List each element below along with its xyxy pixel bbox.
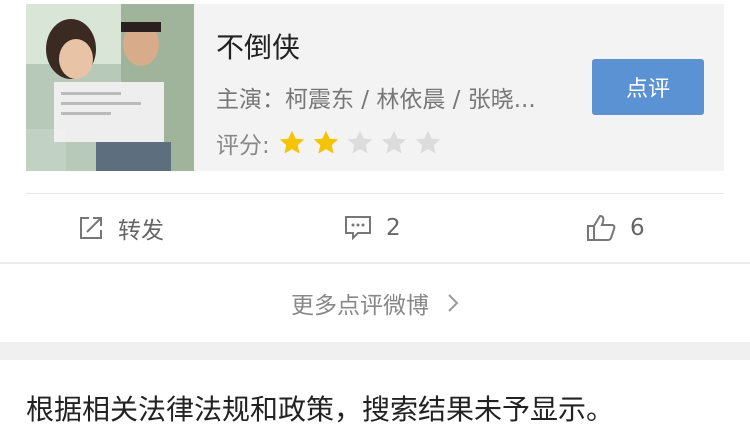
like-count: 6: [630, 215, 645, 241]
divider: [26, 193, 724, 194]
star-filled-icon: [313, 130, 338, 154]
comment-button[interactable]: 2: [344, 200, 401, 256]
forward-button[interactable]: 转发: [78, 200, 164, 256]
review-button[interactable]: 点评: [592, 59, 704, 115]
chevron-right-icon: [448, 294, 459, 312]
movie-title[interactable]: 不倒侠: [216, 26, 300, 66]
comment-count: 2: [386, 215, 401, 241]
star-empty-icon: [381, 130, 406, 154]
section-separator: [0, 342, 750, 360]
share-icon: [80, 217, 102, 239]
star-empty-icon: [347, 130, 372, 154]
like-button[interactable]: 6: [586, 200, 645, 256]
more-reviews-label: 更多点评微博: [291, 293, 429, 319]
divider: [0, 262, 750, 264]
star-empty-icon: [415, 130, 440, 154]
movie-poster[interactable]: [26, 4, 194, 171]
star-filled-icon: [279, 130, 304, 154]
movie-cast: 主演：柯震东 / 林依晨 / 张晓...: [216, 87, 536, 113]
forward-label: 转发: [118, 218, 164, 244]
search-notice: 根据相关法律法规和政策，搜索结果未予显示。: [26, 393, 615, 426]
thumbs-up-icon: [587, 214, 616, 241]
action-bar: 转发 2 6: [0, 200, 750, 256]
movie-card[interactable]: 不倒侠 主演：柯震东 / 林依晨 / 张晓... 评分: 点评: [26, 4, 724, 171]
comment-icon: [345, 216, 371, 241]
rating-stars: [278, 129, 448, 157]
more-reviews-link[interactable]: 更多点评微博: [0, 270, 750, 336]
poster-image: [26, 4, 194, 171]
rating-label: 评分:: [216, 133, 270, 159]
movie-rating: 评分:: [216, 126, 448, 160]
